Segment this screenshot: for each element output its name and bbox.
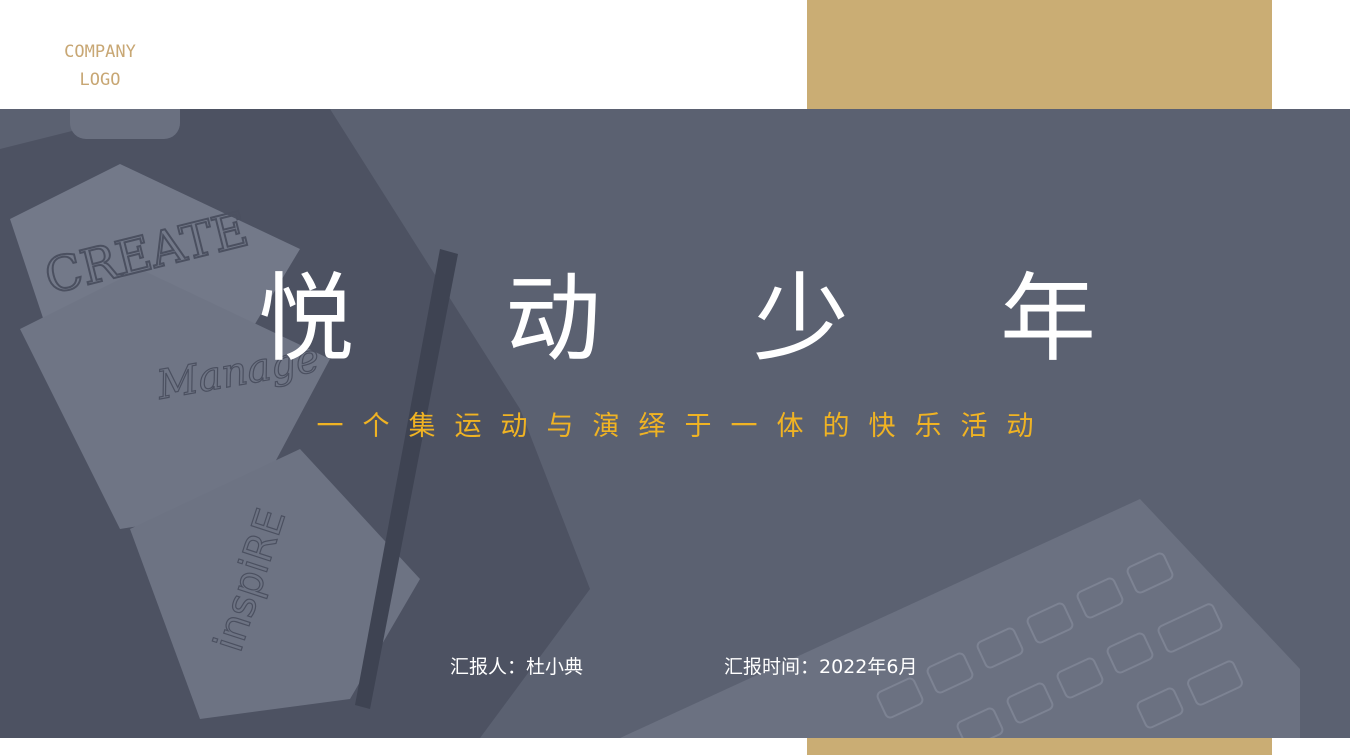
gold-accent-top bbox=[807, 0, 1272, 109]
title-char-1: 悦 bbox=[258, 263, 354, 375]
logo-line-logo: LOGO bbox=[79, 70, 121, 90]
title-char-3: 少 bbox=[753, 263, 849, 375]
phone-shape bbox=[70, 109, 180, 139]
company-logo: COMPANY LOGO bbox=[40, 38, 160, 94]
main-title: 悦 动 少 年 bbox=[0, 264, 1350, 374]
hero-banner: CREATE Manage inspiRE 悦 动 少 年 一个集运动与演绎于一… bbox=[0, 109, 1350, 738]
keyboard-shape bbox=[620, 499, 1300, 738]
logo-line-company: COMPANY bbox=[64, 42, 136, 62]
reporter-label: 汇报人：杜小典 bbox=[450, 656, 584, 678]
subtitle: 一个集运动与演绎于一体的快乐活动 bbox=[316, 411, 1053, 442]
gold-accent-bottom bbox=[807, 738, 1272, 755]
title-char-2: 动 bbox=[505, 263, 601, 375]
report-time-label: 汇报时间：2022年6月 bbox=[724, 656, 918, 678]
title-char-4: 年 bbox=[1000, 263, 1096, 375]
slide: COMPANY LOGO CREATE Manage inspiRE 悦 动 少… bbox=[0, 0, 1350, 755]
